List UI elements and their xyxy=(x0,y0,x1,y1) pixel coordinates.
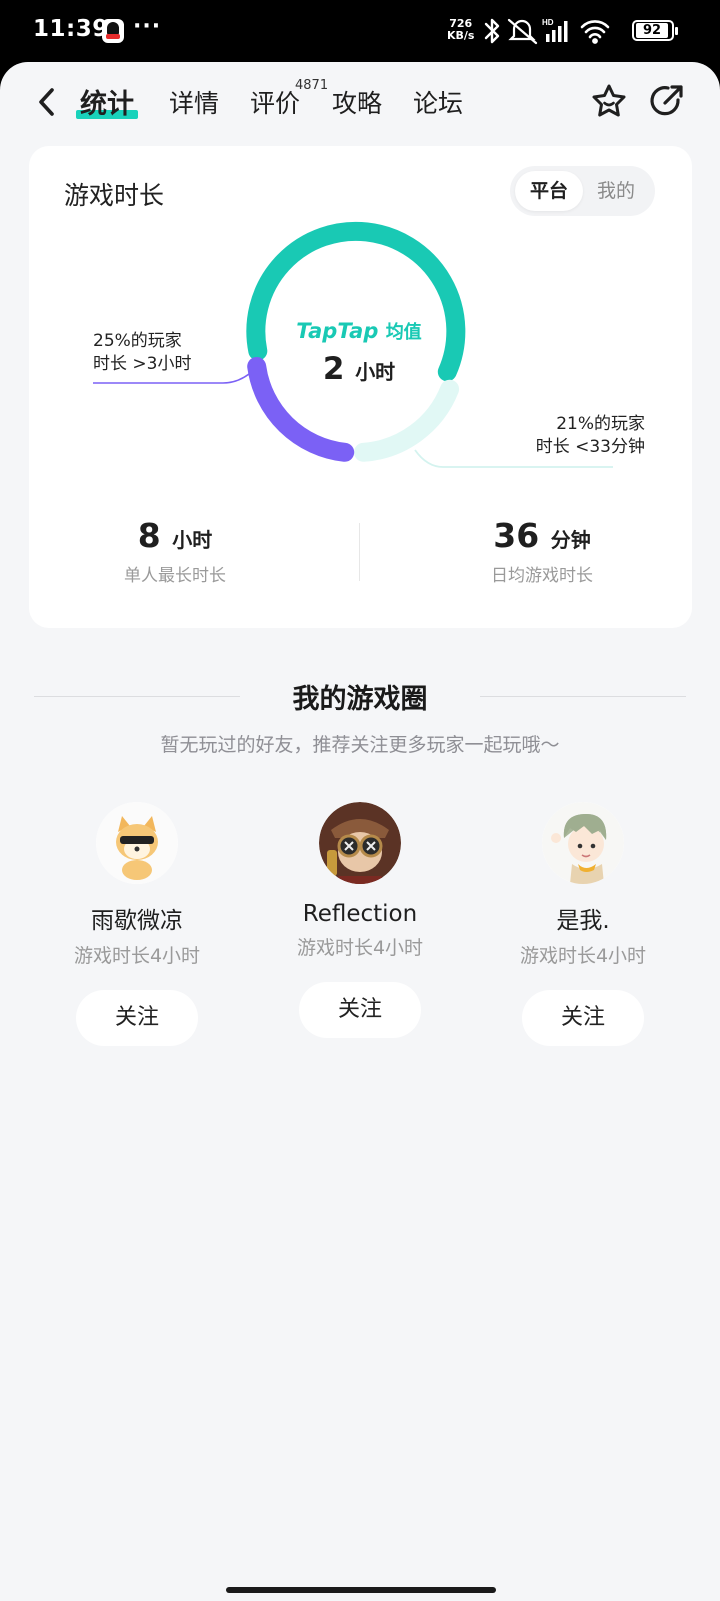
avatar[interactable] xyxy=(319,802,401,884)
over-3h-percent: 25%的玩家 xyxy=(93,331,182,351)
ring-segment-light xyxy=(354,379,460,462)
avatar[interactable] xyxy=(542,802,624,884)
average-value: 2 xyxy=(322,351,345,387)
bluetooth-icon xyxy=(484,18,500,44)
more-notifications-icon: ··· xyxy=(133,14,162,39)
taptap-average-caption: TapTap 均值 xyxy=(294,318,424,344)
follow-button[interactable]: 关注 xyxy=(76,990,198,1046)
under-33m-percent: 21%的玩家 xyxy=(556,414,645,434)
friend-card: 是我. 游戏时长4小时 关注 xyxy=(483,802,683,1046)
battery-level: 92 xyxy=(636,23,668,38)
friend-card: Reflection 游戏时长4小时 关注 xyxy=(260,802,460,1038)
tab-details[interactable]: 详情 xyxy=(169,84,219,120)
follow-button[interactable]: 关注 xyxy=(299,982,421,1038)
max-single-playtime: 8 小时 单人最长时长 xyxy=(75,516,275,586)
taptap-logo-text: TapTap xyxy=(296,319,379,343)
friend-name[interactable]: 是我. xyxy=(483,901,683,935)
status-time: 11:39 xyxy=(33,16,109,42)
network-speed-unit: KB/s xyxy=(447,29,475,42)
tab-stats[interactable]: 统计 xyxy=(76,82,138,121)
under-33m-label: 21%的玩家 时长 <33分钟 xyxy=(499,413,645,459)
friend-name[interactable]: 雨歇微凉 xyxy=(37,901,237,935)
tab-guides[interactable]: 攻略 xyxy=(332,84,382,120)
back-arrow-icon[interactable] xyxy=(32,84,62,120)
tab-stats-label: 统计 xyxy=(80,89,134,120)
average-playtime: 2 小时 xyxy=(294,351,424,387)
shiba-avatar-icon xyxy=(96,802,178,884)
app-sheet: 统计 详情 评价 4871 攻略 论坛 游戏时长 平台 我的 TapTap 均值… xyxy=(0,62,720,1601)
friend-playtime: 游戏时长4小时 xyxy=(73,945,201,967)
anime-boy-avatar-icon xyxy=(542,802,624,884)
max-playtime-unit: 小时 xyxy=(172,528,213,552)
share-icon[interactable] xyxy=(648,82,686,120)
under-33m-threshold: 时长 <33分钟 xyxy=(535,437,645,457)
wifi-icon xyxy=(580,20,610,44)
over-3h-label: 25%的玩家 时长 >3小时 xyxy=(93,330,191,376)
daily-average-playtime: 36 分钟 日均游戏时长 xyxy=(442,516,642,586)
game-circle-title: 我的游戏圈 xyxy=(292,684,428,715)
battery-icon: 92 xyxy=(632,20,678,41)
follow-button[interactable]: 关注 xyxy=(522,990,644,1046)
average-unit: 小时 xyxy=(355,360,396,384)
favorite-star-icon[interactable] xyxy=(590,82,628,120)
daily-playtime-unit: 分钟 xyxy=(550,528,591,552)
home-indicator[interactable] xyxy=(226,1587,496,1593)
mute-icon xyxy=(507,18,538,45)
friend-name[interactable]: Reflection xyxy=(260,901,460,927)
qq-icon xyxy=(102,19,124,43)
friend-card: 雨歇微凉 游戏时长4小时 关注 xyxy=(37,802,237,1046)
game-circle-subtitle: 暂无玩过的好友，推荐关注更多玩家一起玩哦～ xyxy=(160,734,560,756)
daily-playtime-label: 日均游戏时长 xyxy=(491,566,593,586)
status-bar: 11:39 ··· 726 KB/s HD 92 xyxy=(0,0,720,62)
tab-reviews[interactable]: 评价 xyxy=(250,84,300,120)
status-icons: HD xyxy=(484,18,610,45)
friend-playtime: 游戏时长4小时 xyxy=(519,945,647,967)
top-nav: 统计 详情 评价 4871 攻略 论坛 xyxy=(0,62,720,142)
avatar[interactable] xyxy=(96,802,178,884)
max-playtime-label: 单人最长时长 xyxy=(124,566,226,586)
goggles-character-avatar-icon xyxy=(319,802,401,884)
friend-playtime: 游戏时长4小时 xyxy=(296,937,424,959)
signal-icon: HD xyxy=(542,18,568,42)
network-speed: 726 KB/s xyxy=(447,18,474,42)
stats-divider xyxy=(359,523,360,581)
tab-forum[interactable]: 论坛 xyxy=(413,84,463,120)
max-playtime-value: 8 xyxy=(137,516,161,555)
average-caption: 均值 xyxy=(385,322,422,343)
svg-text:HD: HD xyxy=(542,18,554,27)
playtime-card: 游戏时长 平台 我的 TapTap 均值 2 小时 25%的玩家 时长 >3小时… xyxy=(29,146,692,628)
over-3h-threshold: 时长 >3小时 xyxy=(93,354,192,374)
daily-playtime-value: 36 xyxy=(493,516,540,555)
reviews-count-badge: 4871 xyxy=(295,78,329,93)
